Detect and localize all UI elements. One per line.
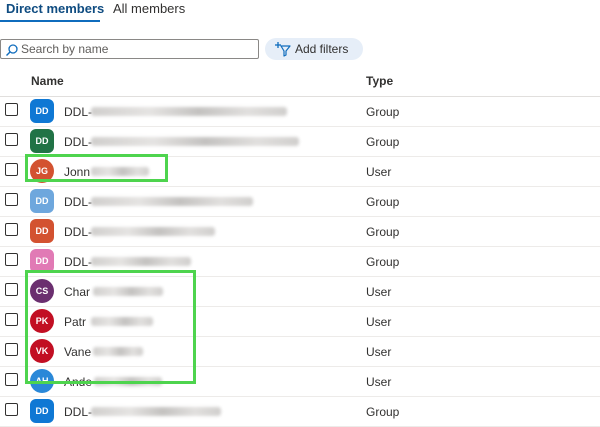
member-type: Group — [366, 135, 400, 149]
user-avatar: CS — [30, 279, 54, 303]
add-filters-label: Add filters — [295, 42, 349, 56]
member-type: User — [366, 375, 392, 389]
table-row[interactable]: DD DDL- Group — [0, 217, 600, 247]
member-type: User — [366, 285, 392, 299]
redacted-text — [91, 197, 253, 206]
search-input[interactable] — [21, 41, 251, 57]
search-box — [0, 39, 259, 59]
group-avatar: DD — [30, 129, 54, 153]
tab-all-members[interactable]: All members — [113, 0, 185, 18]
member-name: Ande — [64, 375, 93, 389]
row-checkbox[interactable] — [5, 343, 18, 356]
row-checkbox[interactable] — [5, 163, 18, 176]
member-type: Group — [366, 105, 400, 119]
member-type: Group — [366, 405, 400, 419]
add-filters-button[interactable]: Add filters — [265, 38, 363, 60]
table-row[interactable]: DD DDL- Group — [0, 247, 600, 277]
row-checkbox[interactable] — [5, 283, 18, 296]
members-list: DD DDL- Group DD DDL- Group JG Jonn User… — [0, 97, 600, 427]
redacted-text — [93, 347, 143, 356]
member-type: Group — [366, 255, 400, 269]
table-row[interactable]: AH Ande User — [0, 367, 600, 397]
member-type: User — [366, 345, 392, 359]
table-row[interactable]: VK Vane User — [0, 337, 600, 367]
member-name: DDL- — [64, 195, 93, 209]
group-avatar: DD — [30, 219, 54, 243]
row-checkbox[interactable] — [5, 133, 18, 146]
table-row[interactable]: CS Char User — [0, 277, 600, 307]
redacted-text — [94, 377, 162, 386]
redacted-text — [91, 167, 149, 176]
table-row[interactable]: DD DDL- Group — [0, 127, 600, 157]
table-row[interactable]: DD DDL- Group — [0, 97, 600, 127]
table-row[interactable]: DD DDL- Group — [0, 187, 600, 217]
member-name: Jonn — [64, 165, 91, 179]
member-tabs: Direct members All members — [0, 0, 600, 26]
member-name: Patr — [64, 315, 87, 329]
row-checkbox[interactable] — [5, 223, 18, 236]
group-avatar: DD — [30, 399, 54, 423]
member-type: User — [366, 315, 392, 329]
member-type: Group — [366, 195, 400, 209]
row-checkbox[interactable] — [5, 403, 18, 416]
row-checkbox[interactable] — [5, 313, 18, 326]
column-header-name[interactable]: Name — [31, 74, 64, 88]
table-row[interactable]: PK Patr User — [0, 307, 600, 337]
member-type: Group — [366, 225, 400, 239]
row-checkbox[interactable] — [5, 373, 18, 386]
add-filter-icon — [275, 42, 291, 57]
member-name: DDL- — [64, 255, 93, 269]
member-name: DDL- — [64, 105, 93, 119]
table-header: Name Type — [0, 70, 600, 97]
user-avatar: VK — [30, 339, 54, 363]
user-avatar: AH — [30, 369, 54, 393]
active-tab-indicator — [0, 20, 100, 22]
member-name: DDL- — [64, 225, 93, 239]
group-avatar: DD — [30, 189, 54, 213]
redacted-text — [91, 137, 299, 146]
member-type: User — [366, 165, 392, 179]
table-row[interactable]: JG Jonn User — [0, 157, 600, 187]
search-icon — [6, 44, 18, 56]
redacted-text — [93, 287, 163, 296]
tab-direct-members[interactable]: Direct members — [6, 0, 104, 18]
member-name: Char — [64, 285, 91, 299]
redacted-text — [91, 317, 153, 326]
row-checkbox[interactable] — [5, 253, 18, 266]
redacted-text — [91, 257, 191, 266]
member-name: DDL- — [64, 405, 93, 419]
redacted-text — [91, 107, 287, 116]
group-avatar: DD — [30, 99, 54, 123]
group-avatar: DD — [30, 249, 54, 273]
row-checkbox[interactable] — [5, 103, 18, 116]
member-name: Vane — [64, 345, 92, 359]
redacted-text — [91, 407, 221, 416]
column-header-type[interactable]: Type — [366, 74, 393, 88]
user-avatar: PK — [30, 309, 54, 333]
row-checkbox[interactable] — [5, 193, 18, 206]
redacted-text — [91, 227, 215, 236]
member-name: DDL- — [64, 135, 93, 149]
user-avatar: JG — [30, 159, 54, 183]
